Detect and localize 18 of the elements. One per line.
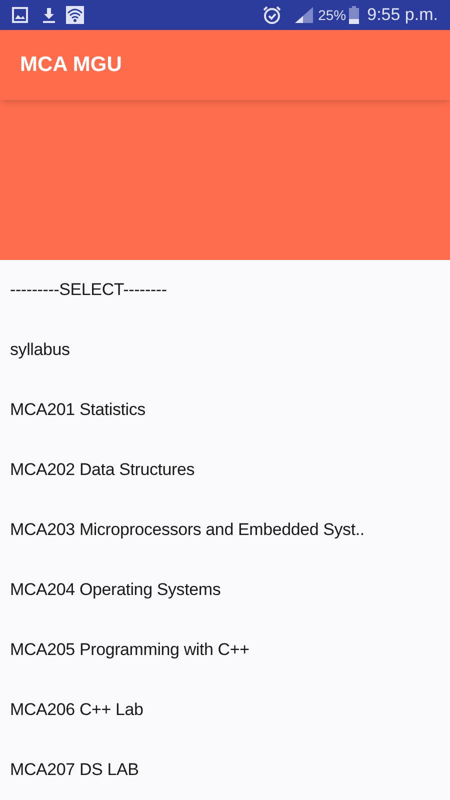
download-icon xyxy=(42,7,56,23)
image-icon xyxy=(12,7,28,23)
dropdown-item[interactable]: MCA206 C++ Lab xyxy=(10,697,144,723)
signal-icon xyxy=(294,6,314,24)
dropdown-item[interactable]: MCA204 Operating Systems xyxy=(10,577,221,603)
dropdown-item[interactable]: MCA202 Data Structures xyxy=(10,457,195,483)
dropdown-item[interactable]: MCA203 Microprocessors and Embedded Syst.. xyxy=(10,517,364,543)
dropdown-item[interactable]: MCA205 Programming with C++ xyxy=(10,637,250,663)
dropdown-item[interactable]: MCA207 DS LAB xyxy=(10,757,139,783)
alarm-icon xyxy=(262,5,282,25)
app-title: MCA MGU xyxy=(20,52,122,78)
dropdown-item[interactable]: MCA201 Statistics xyxy=(10,397,146,423)
dropdown-item[interactable]: ---------SELECT-------- xyxy=(10,277,167,303)
wifi-icon xyxy=(66,6,84,24)
battery-percentage: 25% xyxy=(318,6,346,24)
clock: 9:55 p.m. xyxy=(367,4,438,26)
dropdown-item[interactable]: syllabus xyxy=(10,337,70,363)
battery-icon xyxy=(349,6,360,24)
